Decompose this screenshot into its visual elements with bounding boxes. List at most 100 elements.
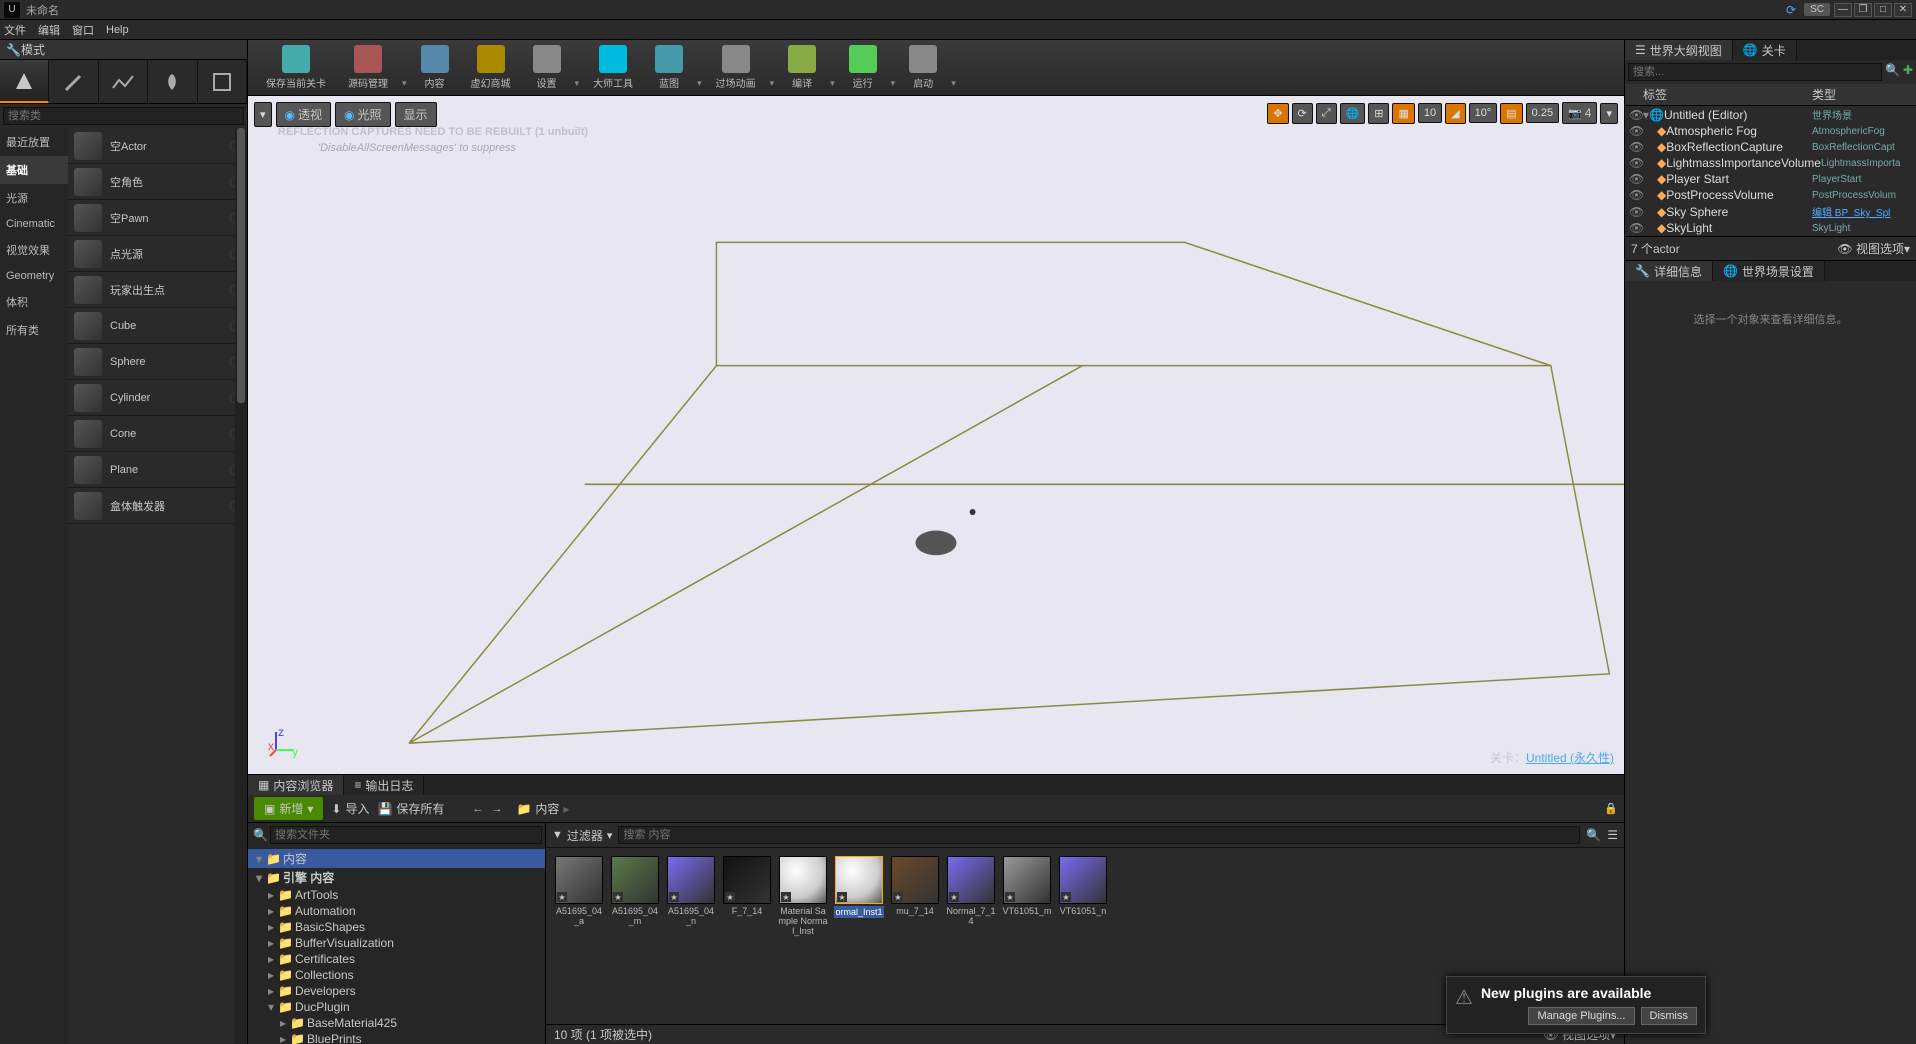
asset-tile[interactable]: ★A51695_04_n [666,856,716,936]
toolbar-虚幻商城[interactable]: 虚幻商城 [461,43,521,93]
toolbar-dropdown[interactable]: ▾ [949,78,958,95]
place-category[interactable]: 视觉效果 [0,236,68,264]
mode-landscape-icon[interactable] [99,60,148,103]
toolbar-蓝图[interactable]: 蓝图 [645,43,693,93]
viewport[interactable]: ▾ ◉透视 ◉光照 显示 ✥ ⟳ ⤢ 🌐 ⊞ ▦ 10 ◢ 10° ▤ 0.25… [248,96,1624,774]
tree-folder[interactable]: ▸📁BasicShapes [248,919,545,935]
tree-folder[interactable]: ▸📁BaseMaterial425 [248,1015,545,1031]
viewport-options-button[interactable]: ▾ [254,102,272,127]
place-category[interactable]: Cinematic [0,212,68,236]
transform-rotate-button[interactable]: ⟳ [1292,103,1313,124]
place-item[interactable]: 空Pawnⓘ [68,200,247,236]
mode-geometry-icon[interactable] [198,60,247,103]
surface-snap-button[interactable]: ⊞ [1368,103,1389,124]
tree-folder[interactable]: ▸📁BufferVisualization [248,935,545,951]
toolbar-过场动画[interactable]: 过场动画 [706,43,766,93]
visibility-icon[interactable]: 👁 [1629,188,1643,202]
history-back-button[interactable]: ← [472,803,483,815]
modes-tab[interactable]: 🔧 模式 [0,40,247,60]
place-item[interactable]: 玩家出生点ⓘ [68,272,247,308]
place-item[interactable]: Coneⓘ [68,416,247,452]
close-button[interactable]: ✕ [1894,3,1912,17]
asset-tile[interactable]: ★Material Sample Normal_Inst [778,856,828,936]
scrollbar[interactable] [235,128,247,1044]
source-control-icon[interactable]: ⟳ [1786,3,1796,17]
tab-content-browser[interactable]: ▦内容浏览器 [248,775,344,795]
toolbar-启动[interactable]: 启动 [899,43,947,93]
filters-button[interactable]: ▼过滤器▾ [552,827,612,844]
place-item[interactable]: 盒体触发器ⓘ [68,488,247,524]
toolbar-源码管理[interactable]: 源码管理 [338,43,398,93]
outliner-row[interactable]: 👁◆Sky Sphere编辑 BP_Sky_Spl [1625,203,1916,220]
col-label[interactable]: 标签 [1643,86,1812,103]
viewport-perspective-button[interactable]: ◉透视 [276,102,332,127]
outliner-row[interactable]: 👁◆PostProcessVolumePostProcessVolum [1625,187,1916,203]
outliner-view-options[interactable]: 👁 视图选项▾ [1837,240,1910,257]
manage-plugins-button[interactable]: Manage Plugins... [1528,1007,1634,1025]
asset-tile[interactable]: ★ormal_Inst1 [834,856,884,936]
toolbar-内容[interactable]: 内容 [411,43,459,93]
mode-paint-icon[interactable] [49,60,98,103]
dismiss-button[interactable]: Dismiss [1641,1007,1698,1025]
toolbar-dropdown[interactable]: ▾ [889,78,898,95]
visibility-icon[interactable]: 👁 [1629,124,1643,138]
place-item[interactable]: Sphereⓘ [68,344,247,380]
tab-output-log[interactable]: ≡输出日志 [344,775,424,795]
maximize-button[interactable]: □ [1874,3,1892,17]
cb-options-button[interactable]: ☰ [1607,828,1618,842]
tab-world-settings[interactable]: 🌐世界场景设置 [1713,261,1825,281]
tree-folder[interactable]: ▾📁DucPlugin [248,999,545,1015]
place-item[interactable]: Cubeⓘ [68,308,247,344]
viewport-level-link[interactable]: Untitled (永久性) [1526,751,1614,765]
toolbar-dropdown[interactable]: ▾ [573,78,582,95]
angle-snap-button[interactable]: ◢ [1445,103,1465,124]
viewport-show-button[interactable]: 显示 [395,102,437,127]
scale-snap-button[interactable]: ▤ [1500,103,1522,124]
breadcrumb-content[interactable]: 内容 [535,800,559,817]
import-button[interactable]: ⬇导入 [331,800,369,817]
toolbar-设置[interactable]: 设置 [523,43,571,93]
toolbar-dropdown[interactable]: ▾ [695,78,704,95]
add-new-button[interactable]: ▣新增▾ [254,797,323,820]
menu-window[interactable]: 窗口 [72,22,94,38]
scale-snap-value[interactable]: 0.25 [1526,103,1559,123]
asset-tile[interactable]: ★VT61051_m [1002,856,1052,936]
asset-tile[interactable]: ★VT61051_n [1058,856,1108,936]
tree-folder[interactable]: ▸📁Collections [248,967,545,983]
menu-help[interactable]: Help [106,24,129,36]
outliner-row[interactable]: 👁◆SkyLightSkyLight [1625,220,1916,236]
visibility-icon[interactable]: 👁 [1629,108,1643,122]
menu-edit[interactable]: 编辑 [38,22,60,38]
restore-button[interactable]: ❐ [1854,3,1872,17]
toolbar-dropdown[interactable]: ▾ [768,78,777,95]
tree-folder[interactable]: ▸📁Developers [248,983,545,999]
asset-tile[interactable]: ★F_7_14 [722,856,772,936]
user-badge[interactable]: SC [1804,3,1830,16]
outliner-world-row[interactable]: 👁 ▾🌐 Untitled (Editor) 世界场景 [1625,106,1916,123]
asset-tile[interactable]: ★A51695_04_a [554,856,604,936]
asset-tile[interactable]: ★Normal_7_14 [946,856,996,936]
visibility-icon[interactable]: 👁 [1629,156,1643,170]
history-fwd-button[interactable]: → [491,803,502,815]
tab-details[interactable]: 🔧详细信息 [1625,261,1713,281]
tree-root-engine[interactable]: ▾📁引擎 内容 [248,868,545,887]
outliner-row[interactable]: 👁◆BoxReflectionCaptureBoxReflectionCapt [1625,139,1916,155]
toolbar-编译[interactable]: 编译 [778,43,826,93]
coord-space-button[interactable]: 🌐 [1340,103,1366,124]
place-category[interactable]: 体积 [0,288,68,316]
toolbar-dropdown[interactable]: ▾ [400,78,409,95]
tree-folder[interactable]: ▸📁Certificates [248,951,545,967]
tree-folder[interactable]: ▸📁ArtTools [248,887,545,903]
place-category[interactable]: 光源 [0,184,68,212]
viewport-lit-button[interactable]: ◉光照 [335,102,391,127]
tree-search-input[interactable] [270,826,542,844]
outliner-row[interactable]: 👁◆Atmospheric FogAtmosphericFog [1625,123,1916,139]
place-search-input[interactable] [3,107,244,125]
visibility-icon[interactable]: 👁 [1629,140,1643,154]
tree-folder[interactable]: ▸📁BluePrints [248,1031,545,1044]
outliner-add-button[interactable]: ✚ [1903,63,1913,81]
asset-search-input[interactable] [618,826,1580,844]
place-item[interactable]: 空角色ⓘ [68,164,247,200]
mode-foliage-icon[interactable] [148,60,197,103]
place-item[interactable]: Planeⓘ [68,452,247,488]
